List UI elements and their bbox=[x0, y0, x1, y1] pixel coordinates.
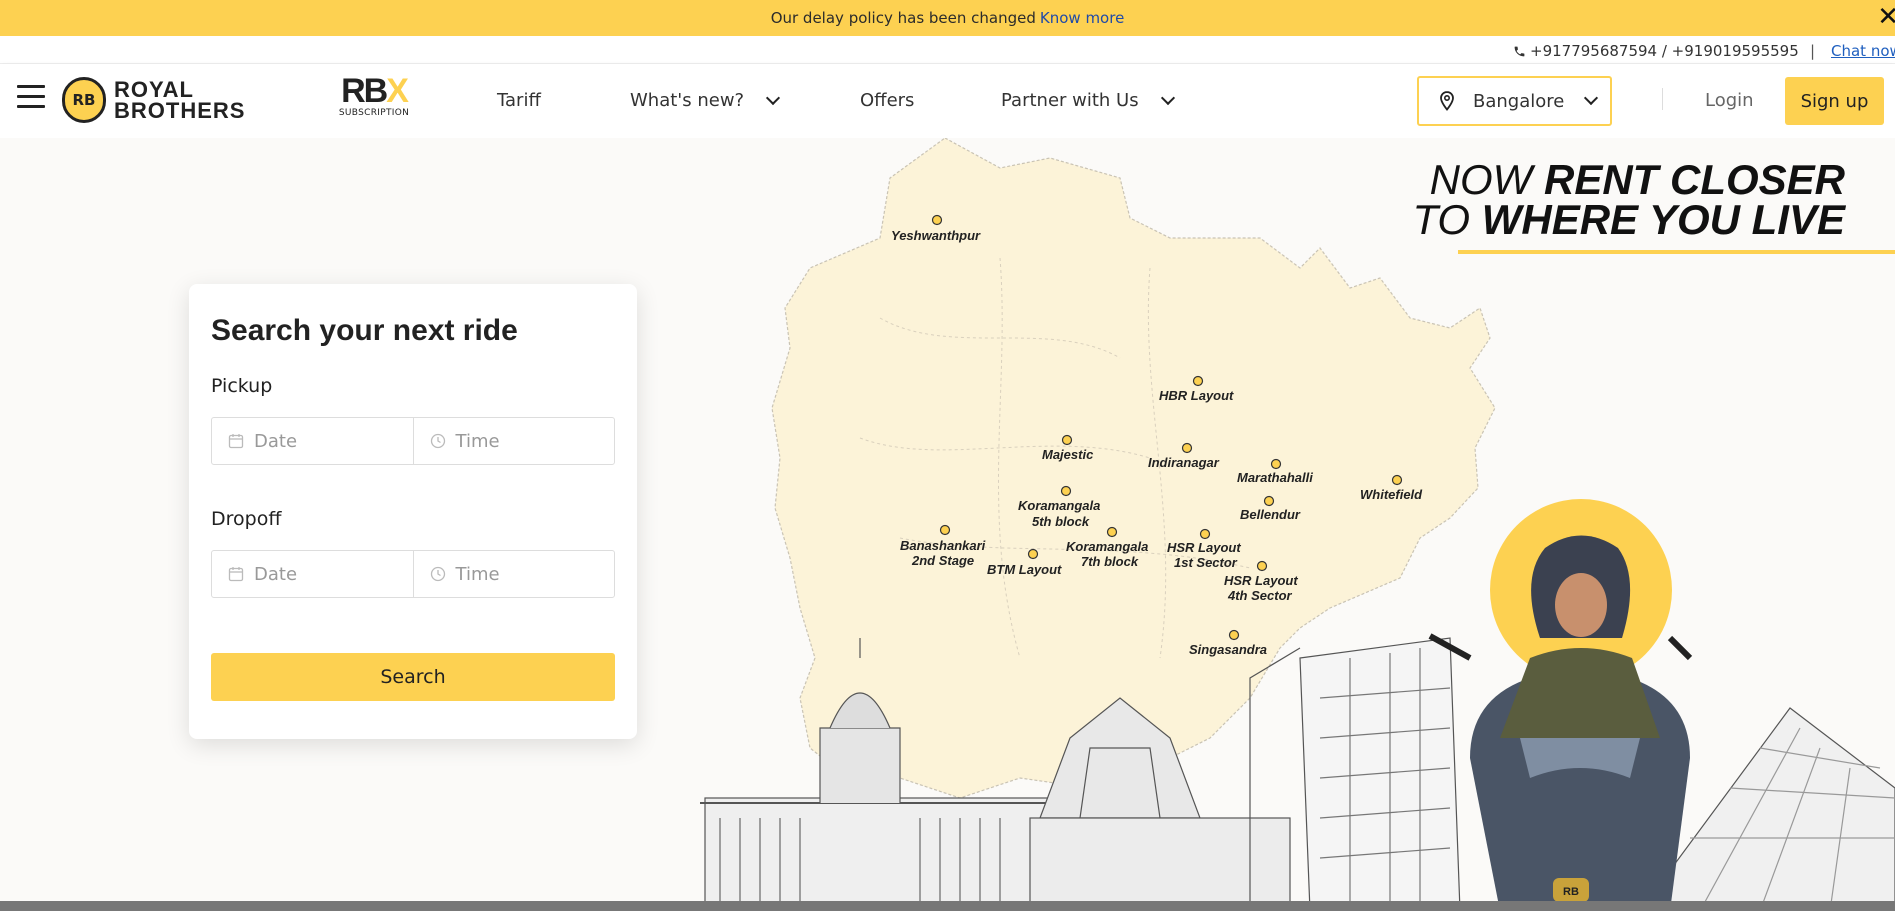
royal-brothers-logo[interactable]: RB ROYAL BROTHERS bbox=[62, 77, 245, 123]
know-more-link[interactable]: Know more bbox=[1040, 9, 1124, 27]
nav-tariff[interactable]: Tariff bbox=[497, 90, 541, 111]
map-label: Bellendur bbox=[1240, 507, 1301, 522]
contact-separator: | bbox=[1810, 42, 1816, 60]
nav-divider bbox=[1662, 88, 1663, 110]
pickup-time-input[interactable]: Time bbox=[412, 418, 615, 464]
tagline-where-you-live: WHERE YOU LIVE bbox=[1481, 196, 1845, 243]
map-label: Whitefield bbox=[1360, 487, 1423, 502]
map-marker[interactable] bbox=[1027, 548, 1039, 560]
map-marker[interactable] bbox=[1199, 528, 1211, 540]
map-label: HBR Layout bbox=[1159, 388, 1234, 403]
nav-partner[interactable]: Partner with Us bbox=[1001, 90, 1175, 111]
map-label: Yeshwanthpur bbox=[891, 228, 981, 243]
map-label: Singasandra bbox=[1189, 642, 1267, 657]
main-navbar: RB ROYAL BROTHERS RBX SUBSCRIPTION Tarif… bbox=[0, 64, 1895, 138]
hero-section: Yeshwanthpur HBR Layout Majestic Indiran… bbox=[0, 138, 1895, 911]
map-marker[interactable] bbox=[1263, 495, 1275, 507]
location-pin-icon bbox=[1440, 91, 1454, 111]
nav-offers[interactable]: Offers bbox=[860, 90, 914, 111]
map-marker[interactable] bbox=[1061, 434, 1073, 446]
phone-text: +917795687594 / +919019595595 bbox=[1530, 42, 1799, 60]
pickup-datetime: Date Time bbox=[211, 417, 615, 465]
close-banner-icon[interactable]: ✕ bbox=[1877, 4, 1895, 30]
hero-tagline: NOW RENT CLOSER TO WHERE YOU LIVE bbox=[1412, 159, 1845, 241]
dropoff-datetime: Date Time bbox=[211, 550, 615, 598]
banner-text: Our delay policy has been changed bbox=[770, 9, 1036, 27]
tagline-underline bbox=[1458, 250, 1895, 254]
search-ride-card: Search your next ride Pickup Date Time D… bbox=[189, 284, 637, 739]
map-marker[interactable] bbox=[1060, 485, 1072, 497]
map-marker[interactable] bbox=[1106, 526, 1118, 538]
rbx-rb: RB bbox=[341, 72, 388, 110]
rbx-subtitle: SUBSCRIPTION bbox=[338, 108, 410, 118]
map-marker[interactable] bbox=[1228, 629, 1240, 641]
pickup-date-placeholder: Date bbox=[254, 430, 298, 452]
scooter-badge-text: RB bbox=[1563, 886, 1579, 898]
rider-face bbox=[1555, 573, 1607, 637]
tagline-to: TO bbox=[1412, 196, 1482, 243]
map-label: HSR Layout 4th Sector bbox=[1224, 573, 1298, 603]
map-marker[interactable] bbox=[1270, 458, 1282, 470]
city-label: Bangalore bbox=[1473, 90, 1565, 112]
map-marker[interactable] bbox=[931, 214, 943, 226]
map-marker[interactable] bbox=[939, 524, 951, 536]
bottom-scroll-bar bbox=[0, 901, 1895, 911]
nav-whats-new[interactable]: What's new? bbox=[630, 90, 781, 111]
tagline-line1: NOW RENT CLOSER bbox=[1412, 159, 1845, 201]
nav-partner-label: Partner with Us bbox=[1001, 90, 1139, 111]
chevron-down-icon bbox=[766, 90, 781, 105]
map-label: Indiranagar bbox=[1148, 455, 1220, 470]
map-label: Banashankari 2nd Stage bbox=[900, 538, 986, 568]
pickup-date-input[interactable]: Date bbox=[212, 418, 413, 464]
logo-line2: BROTHERS bbox=[114, 98, 246, 123]
phone-numbers: +917795687594 / +919019595595 bbox=[1513, 42, 1799, 60]
dropoff-date-input[interactable]: Date bbox=[212, 551, 413, 597]
map-marker[interactable] bbox=[1181, 442, 1193, 454]
nav-offers-label: Offers bbox=[860, 90, 915, 111]
phone-icon bbox=[1514, 46, 1525, 56]
map-label: Marathahalli bbox=[1237, 470, 1313, 485]
chat-now-link[interactable]: Chat now bbox=[1831, 42, 1895, 60]
logo-line1: ROYAL bbox=[114, 77, 194, 102]
pickup-time-placeholder: Time bbox=[455, 430, 500, 452]
nav-whats-new-label: What's new? bbox=[630, 90, 745, 111]
rbx-subscription-logo[interactable]: RBX SUBSCRIPTION bbox=[337, 74, 411, 118]
clock-icon bbox=[430, 433, 445, 449]
dropoff-label: Dropoff bbox=[211, 508, 282, 530]
search-button[interactable]: Search bbox=[211, 653, 615, 701]
chevron-down-icon bbox=[1160, 90, 1175, 105]
search-card-title: Search your next ride bbox=[211, 314, 518, 347]
map-marker[interactable] bbox=[1192, 375, 1204, 387]
dropoff-date-placeholder: Date bbox=[254, 563, 298, 585]
map-marker[interactable] bbox=[1391, 474, 1403, 486]
nav-tariff-label: Tariff bbox=[497, 90, 541, 111]
calendar-icon bbox=[228, 434, 244, 449]
signup-button[interactable]: Sign up bbox=[1785, 77, 1884, 125]
map-label: Majestic bbox=[1042, 447, 1094, 462]
hamburger-menu-icon[interactable] bbox=[17, 85, 45, 111]
pickup-label: Pickup bbox=[211, 375, 273, 397]
rbx-x: X bbox=[386, 72, 409, 110]
clock-icon bbox=[430, 566, 445, 582]
rider-illustration: RB bbox=[1428, 499, 1693, 911]
calendar-icon bbox=[228, 567, 244, 582]
dropoff-time-placeholder: Time bbox=[455, 563, 500, 585]
logo-wordmark: ROYAL BROTHERS bbox=[114, 77, 246, 123]
mirror-right bbox=[1667, 635, 1693, 661]
rbx-wordmark: RBX bbox=[337, 74, 411, 108]
dropoff-time-input[interactable]: Time bbox=[412, 551, 615, 597]
map-label: HSR Layout 1st Sector bbox=[1167, 540, 1241, 570]
announcement-banner: Our delay policy has been changed Know m… bbox=[0, 0, 1895, 36]
map-label: BTM Layout bbox=[987, 562, 1062, 577]
city-selector[interactable]: Bangalore bbox=[1417, 76, 1612, 126]
rb-badge-logo: RB bbox=[62, 77, 106, 123]
chevron-down-icon bbox=[1584, 90, 1599, 106]
login-button[interactable]: Login bbox=[1705, 90, 1754, 111]
map-marker[interactable] bbox=[1256, 560, 1268, 572]
tagline-line2: TO WHERE YOU LIVE bbox=[1412, 199, 1845, 241]
contact-bar: +917795687594 / +919019595595 | Chat now bbox=[0, 36, 1895, 64]
